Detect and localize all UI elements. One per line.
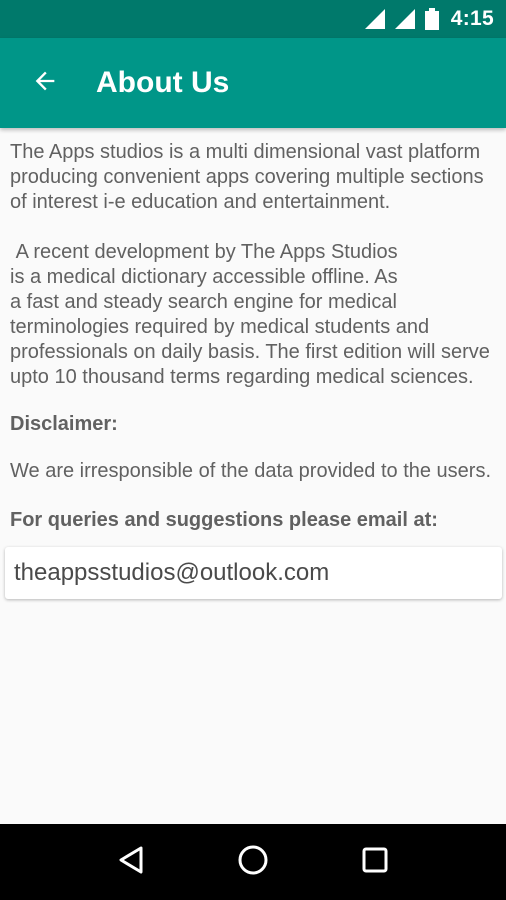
back-button[interactable] bbox=[0, 38, 90, 128]
about-content: The Apps studios is a multi dimensional … bbox=[0, 128, 506, 824]
page-title: About Us bbox=[96, 66, 230, 99]
disclaimer-heading: Disclaimer: bbox=[10, 413, 118, 435]
battery-icon bbox=[424, 8, 439, 30]
navigation-bar bbox=[0, 824, 506, 900]
development-paragraph: A recent development by The Apps Studios… bbox=[10, 241, 490, 388]
nav-home-button[interactable] bbox=[223, 832, 283, 892]
back-triangle-icon bbox=[117, 845, 145, 880]
intro-paragraph: The Apps studios is a multi dimensional … bbox=[10, 141, 490, 213]
status-clock: 4:15 bbox=[450, 7, 494, 30]
nav-back-button[interactable] bbox=[101, 832, 161, 892]
email-link[interactable]: theappsstudios@outlook.com bbox=[5, 547, 502, 599]
screen: 4:15 About Us The Apps studios is a mult… bbox=[0, 0, 506, 900]
queries-heading: For queries and suggestions please email… bbox=[10, 509, 438, 531]
recents-square-icon bbox=[361, 846, 389, 879]
nav-recents-button[interactable] bbox=[345, 832, 405, 892]
status-bar: 4:15 bbox=[0, 0, 506, 38]
signal-icon bbox=[364, 9, 385, 29]
home-circle-icon bbox=[237, 844, 269, 881]
arrow-back-icon bbox=[31, 67, 59, 100]
signal-icon bbox=[394, 9, 415, 29]
app-bar: About Us bbox=[0, 38, 506, 128]
disclaimer-text: We are irresponsible of the data provide… bbox=[10, 460, 492, 482]
